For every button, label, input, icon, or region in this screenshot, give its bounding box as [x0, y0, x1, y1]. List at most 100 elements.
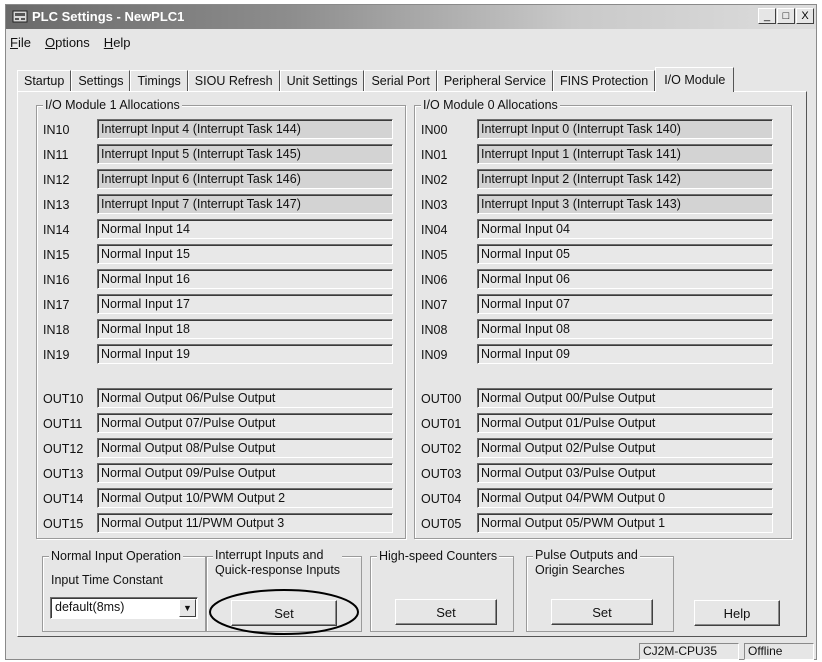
input-label: IN08 — [421, 322, 448, 337]
input-allocation-field[interactable]: Normal Input 06 — [477, 269, 773, 289]
tab-settings[interactable]: Settings — [71, 70, 131, 91]
tab-unit-settings[interactable]: Unit Settings — [279, 70, 365, 91]
input-label: IN10 — [43, 122, 70, 137]
menu-help[interactable]: Help — [104, 35, 131, 50]
input-allocation-field[interactable]: Interrupt Input 4 (Interrupt Task 144) — [97, 119, 393, 139]
output-allocation-field[interactable]: Normal Output 11/PWM Output 3 — [97, 513, 393, 533]
input-row: IN13 Interrupt Input 7 (Interrupt Task 14… — [37, 194, 405, 215]
input-allocation-field[interactable]: Interrupt Input 3 (Interrupt Task 143) — [477, 194, 773, 214]
tab-timings[interactable]: Timings — [130, 70, 188, 91]
output-row: OUT00 Normal Output 00/Pulse Output — [415, 388, 791, 409]
pulse-outputs-group: Pulse Outputs and Origin Searches Set — [526, 548, 674, 632]
input-label: IN17 — [43, 297, 70, 312]
menu-file[interactable]: File — [10, 35, 31, 50]
output-row: OUT11 Normal Output 07/Pulse Output — [37, 413, 405, 434]
io-module-0-allocations: I/O Module 0 Allocations IN00 Interrupt I… — [414, 97, 792, 539]
output-label: OUT04 — [421, 491, 462, 506]
output-label: OUT13 — [43, 466, 84, 481]
menu-options[interactable]: Options — [45, 35, 90, 50]
minimize-button[interactable]: _ — [758, 8, 776, 24]
input-allocation-field[interactable]: Normal Input 07 — [477, 294, 773, 314]
output-allocation-field[interactable]: Normal Output 08/Pulse Output — [97, 438, 393, 458]
tab-serial-port[interactable]: Serial Port — [364, 70, 437, 91]
pulse-outputs-set-button[interactable]: Set — [551, 599, 653, 625]
group-title-line2: Quick-response Inputs — [215, 563, 341, 577]
input-label: IN15 — [43, 247, 70, 262]
input-row: IN04 Normal Input 04 — [415, 219, 791, 240]
help-button[interactable]: Help — [694, 600, 780, 626]
input-time-constant-select[interactable]: default(8ms) ▼ — [50, 597, 198, 619]
normal-input-operation-group: Normal Input Operation Input Time Consta… — [42, 548, 206, 632]
input-label: IN06 — [421, 272, 448, 287]
output-allocation-field[interactable]: Normal Output 05/PWM Output 1 — [477, 513, 773, 533]
status-model: CJ2M-CPU35 — [639, 643, 739, 660]
input-allocation-field[interactable]: Interrupt Input 0 (Interrupt Task 140) — [477, 119, 773, 139]
input-label: IN03 — [421, 197, 448, 212]
output-row: OUT04 Normal Output 04/PWM Output 0 — [415, 488, 791, 509]
output-row: OUT15 Normal Output 11/PWM Output 3 — [37, 513, 405, 534]
output-row: OUT05 Normal Output 05/PWM Output 1 — [415, 513, 791, 534]
title-bar: PLC Settings - NewPLC1 _ □ X — [6, 5, 816, 29]
tab-fins-protection[interactable]: FINS Protection — [552, 70, 656, 91]
input-label: IN19 — [43, 347, 70, 362]
input-row: IN06 Normal Input 06 — [415, 269, 791, 290]
input-allocation-field[interactable]: Interrupt Input 7 (Interrupt Task 147) — [97, 194, 393, 214]
input-label: IN16 — [43, 272, 70, 287]
output-allocation-field[interactable]: Normal Output 06/Pulse Output — [97, 388, 393, 408]
input-allocation-field[interactable]: Interrupt Input 6 (Interrupt Task 146) — [97, 169, 393, 189]
output-allocation-field[interactable]: Normal Output 03/Pulse Output — [477, 463, 773, 483]
input-allocation-field[interactable]: Normal Input 17 — [97, 294, 393, 314]
input-allocation-field[interactable]: Normal Input 18 — [97, 319, 393, 339]
tab-siou-refresh[interactable]: SIOU Refresh — [187, 70, 280, 91]
tab-peripheral-service[interactable]: Peripheral Service — [436, 70, 553, 91]
window-title: PLC Settings - NewPLC1 — [32, 9, 185, 24]
input-allocation-field[interactable]: Interrupt Input 5 (Interrupt Task 145) — [97, 144, 393, 164]
output-row: OUT10 Normal Output 06/Pulse Output — [37, 388, 405, 409]
output-row: OUT03 Normal Output 03/Pulse Output — [415, 463, 791, 484]
input-allocation-field[interactable]: Normal Input 04 — [477, 219, 773, 239]
input-allocation-field[interactable]: Normal Input 16 — [97, 269, 393, 289]
group-title-line2: Origin Searches — [535, 563, 625, 577]
input-row: IN17 Normal Input 17 — [37, 294, 405, 315]
maximize-button[interactable]: □ — [777, 8, 795, 24]
output-allocation-field[interactable]: Normal Output 07/Pulse Output — [97, 413, 393, 433]
input-allocation-field[interactable]: Interrupt Input 2 (Interrupt Task 142) — [477, 169, 773, 189]
input-row: IN03 Interrupt Input 3 (Interrupt Task 14… — [415, 194, 791, 215]
tab-io-module[interactable]: I/O Module — [655, 67, 735, 92]
high-speed-counters-set-button[interactable]: Set — [395, 599, 497, 625]
tab-startup[interactable]: Startup — [17, 70, 72, 91]
input-allocation-field[interactable]: Normal Input 05 — [477, 244, 773, 264]
input-row: IN08 Normal Input 08 — [415, 319, 791, 340]
status-mode: Offline — [744, 643, 814, 660]
close-button[interactable]: X — [796, 8, 814, 24]
group-title: Normal Input Operation — [49, 548, 183, 564]
input-allocation-field[interactable]: Normal Input 15 — [97, 244, 393, 264]
input-allocation-field[interactable]: Normal Input 09 — [477, 344, 773, 364]
interrupt-inputs-group: Interrupt Inputs and Quick-response Inpu… — [206, 548, 362, 635]
input-allocation-field[interactable]: Normal Input 19 — [97, 344, 393, 364]
input-label: IN14 — [43, 222, 70, 237]
input-allocation-field[interactable]: Normal Input 14 — [97, 219, 393, 239]
output-allocation-field[interactable]: Normal Output 10/PWM Output 2 — [97, 488, 393, 508]
input-label: IN09 — [421, 347, 448, 362]
chevron-down-icon[interactable]: ▼ — [179, 599, 196, 617]
input-allocation-field[interactable]: Interrupt Input 1 (Interrupt Task 141) — [477, 144, 773, 164]
input-allocation-field[interactable]: Normal Input 08 — [477, 319, 773, 339]
output-allocation-field[interactable]: Normal Output 00/Pulse Output — [477, 388, 773, 408]
input-time-constant-label: Input Time Constant — [51, 573, 163, 587]
input-row: IN05 Normal Input 05 — [415, 244, 791, 265]
group-title: Pulse Outputs and Origin Searches — [533, 548, 640, 578]
input-label: IN01 — [421, 147, 448, 162]
group-title: I/O Module 1 Allocations — [43, 97, 182, 113]
app-icon — [12, 10, 28, 23]
output-row: OUT12 Normal Output 08/Pulse Output — [37, 438, 405, 459]
status-bar: CJ2M-CPU35 Offline — [6, 641, 816, 660]
output-row: OUT01 Normal Output 01/Pulse Output — [415, 413, 791, 434]
output-label: OUT05 — [421, 516, 462, 531]
output-allocation-field[interactable]: Normal Output 01/Pulse Output — [477, 413, 773, 433]
output-label: OUT15 — [43, 516, 84, 531]
input-label: IN12 — [43, 172, 70, 187]
output-allocation-field[interactable]: Normal Output 02/Pulse Output — [477, 438, 773, 458]
output-allocation-field[interactable]: Normal Output 04/PWM Output 0 — [477, 488, 773, 508]
output-allocation-field[interactable]: Normal Output 09/Pulse Output — [97, 463, 393, 483]
